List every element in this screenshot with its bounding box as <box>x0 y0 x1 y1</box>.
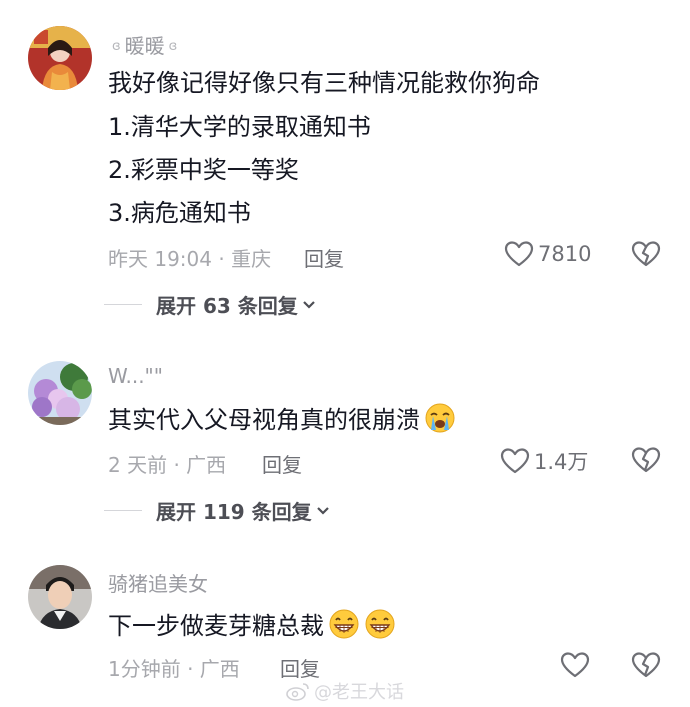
comment-time-location: 2 天前 · 广西 <box>108 453 227 477</box>
reply-button[interactable]: 回复 <box>262 449 302 478</box>
grinning-face-icon <box>365 609 395 639</box>
comment-text: 其实代入父母视角真的很崩溃 <box>108 402 456 435</box>
broken-heart-icon[interactable] <box>631 446 661 474</box>
comment-text-line: 3.病危通知书 <box>108 199 251 227</box>
username[interactable]: ɞ 暖暖 ɞ <box>108 30 181 59</box>
like-count: 7810 <box>538 242 592 266</box>
watermark: @老王大话 <box>286 678 404 704</box>
heart-outline-icon <box>500 448 530 474</box>
avatar[interactable] <box>28 26 92 90</box>
weibo-logo-icon <box>286 683 309 701</box>
heart-outline-icon <box>504 241 534 267</box>
crying-face-icon <box>425 403 455 433</box>
like-count: 1.4万 <box>534 450 589 474</box>
comment-time-location: 1分钟前 · 广西 <box>108 657 240 681</box>
heart-outline-icon <box>560 652 590 678</box>
like-button[interactable]: 7810 <box>504 240 591 268</box>
divider <box>104 510 142 511</box>
expand-replies-button[interactable]: 展开 119 条回复 <box>104 496 330 525</box>
username[interactable]: W..."" <box>108 364 163 388</box>
comment-time-location: 昨天 19:04 · 重庆 <box>108 247 272 271</box>
comment-text: 下一步做麦芽糖总裁 <box>108 608 396 641</box>
expand-replies-button[interactable]: 展开 63 条回复 <box>104 290 316 319</box>
comment-text-content: 其实代入父母视角真的很崩溃 <box>108 406 420 434</box>
chevron-down-icon <box>316 506 329 515</box>
username[interactable]: 骑猪追美女 <box>108 568 208 597</box>
username-text: 暖暖 <box>124 34 165 58</box>
comment-text-content: 下一步做麦芽糖总裁 <box>108 612 324 640</box>
comment-text-line: 我好像记得好像只有三种情况能救你狗命 <box>108 69 540 97</box>
username-decoration: ɞ <box>168 39 178 54</box>
comment-text-line: 2.彩票中奖一等奖 <box>108 156 299 184</box>
grinning-face-icon <box>329 609 359 639</box>
reply-button[interactable]: 回复 <box>304 243 344 272</box>
broken-heart-icon[interactable] <box>631 651 661 679</box>
avatar[interactable] <box>28 565 92 629</box>
username-decoration: ɞ <box>112 39 121 54</box>
watermark-text: @老王大话 <box>314 682 404 703</box>
chevron-down-icon <box>302 300 315 309</box>
avatar[interactable] <box>28 361 92 425</box>
expand-replies-label: 展开 119 条回复 <box>156 500 312 524</box>
expand-replies-label: 展开 63 条回复 <box>156 294 298 318</box>
broken-heart-icon[interactable] <box>631 240 661 268</box>
comment-text-line: 1.清华大学的录取通知书 <box>108 113 371 141</box>
like-button[interactable] <box>560 651 594 679</box>
divider <box>104 304 142 305</box>
like-button[interactable]: 1.4万 <box>500 446 588 476</box>
